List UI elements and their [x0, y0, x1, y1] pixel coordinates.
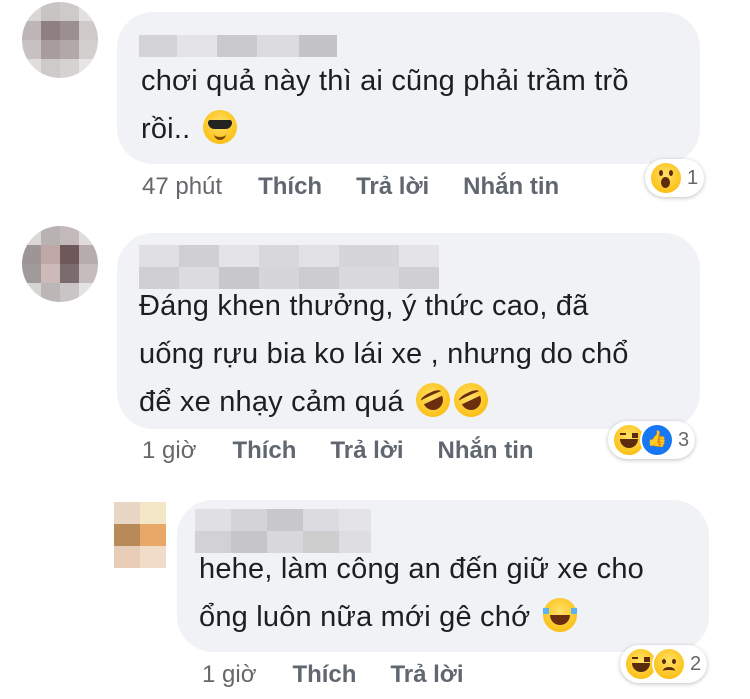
smiling-face-with-sunglasses-icon — [202, 110, 237, 144]
wow-reaction-icon — [649, 161, 683, 195]
timestamp[interactable]: 1 giờ — [202, 661, 256, 689]
rolling-on-floor-laughing-icon — [448, 377, 494, 423]
rolling-on-floor-laughing-icon — [410, 377, 456, 423]
comment-meta: 47 phút Thích Trả lời Nhắn tin — [142, 173, 593, 201]
comment-text: hehe, làm công an đến giữ xe cho ổng luô… — [199, 553, 644, 633]
commenter-name[interactable] — [139, 35, 337, 57]
comment-bubble: hehe, làm công an đến giữ xe cho ổng luô… — [177, 500, 709, 652]
message-link[interactable]: Nhắn tin — [463, 173, 559, 201]
avatar[interactable] — [22, 2, 98, 78]
like-link[interactable]: Thích — [232, 437, 296, 465]
reaction-summary[interactable]: 2 — [620, 645, 708, 683]
like-link[interactable]: Thích — [258, 173, 322, 201]
avatar[interactable] — [22, 226, 98, 302]
like-link[interactable]: Thích — [292, 661, 356, 689]
avatar[interactable] — [114, 502, 166, 568]
comment-bubble: Đáng khen thưởng, ý thức cao, đã uống rự… — [117, 233, 700, 429]
comment-bubble: chơi quả này thì ai cũng phải trầm trồ r… — [117, 12, 700, 164]
reply-link[interactable]: Trả lời — [390, 661, 463, 689]
reaction-count: 3 — [678, 428, 690, 451]
reaction-count: 1 — [687, 166, 699, 189]
message-link[interactable]: Nhắn tin — [438, 437, 534, 465]
reply-link[interactable]: Trả lời — [330, 437, 403, 465]
reaction-summary[interactable]: 1 — [645, 159, 705, 197]
face-with-tears-of-joy-icon — [542, 598, 577, 632]
comment-text: Đáng khen thưởng, ý thức cao, đã uống rự… — [139, 282, 629, 426]
reaction-summary[interactable]: 👍 3 — [608, 421, 696, 459]
comment-meta: 1 giờ Thích Trả lời — [202, 661, 498, 689]
reply-link[interactable]: Trả lời — [356, 173, 429, 201]
comment-text: chơi quả này thì ai cũng phải trầm trồ r… — [141, 65, 629, 145]
sad-reaction-icon — [652, 647, 686, 681]
comment-meta: 1 giờ Thích Trả lời Nhắn tin — [142, 437, 568, 465]
timestamp[interactable]: 47 phút — [142, 173, 222, 201]
like-reaction-icon: 👍 — [640, 423, 674, 457]
reaction-count: 2 — [690, 652, 702, 675]
timestamp[interactable]: 1 giờ — [142, 437, 196, 465]
